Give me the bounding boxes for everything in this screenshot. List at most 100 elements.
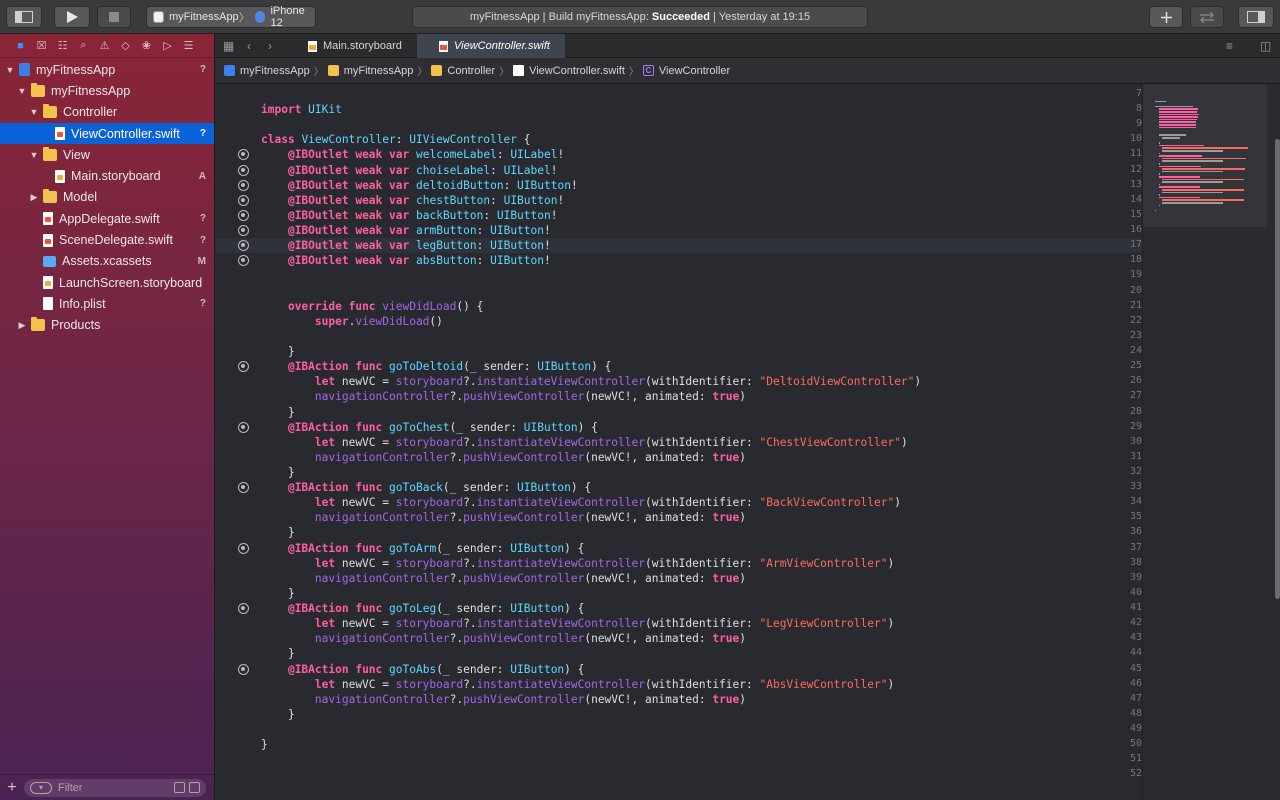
tree-item-viewcontroller[interactable]: ViewController.swift ?	[0, 122, 214, 145]
source-control-icon[interactable]: ☒	[35, 39, 48, 52]
minimap[interactable]	[1142, 84, 1272, 800]
tree-item-main-storyboard[interactable]: Main.storyboard A	[0, 165, 214, 186]
line-number[interactable]: 36	[1104, 526, 1142, 537]
connection-indicator-icon[interactable]	[238, 663, 249, 675]
line-number[interactable]: 14	[1104, 194, 1142, 205]
line-number[interactable]: 15	[1104, 209, 1142, 220]
tree-item-group-view[interactable]: ▼ View	[0, 144, 214, 165]
line-number[interactable]: 13	[1104, 179, 1142, 190]
connection-indicator-icon[interactable]	[238, 361, 249, 373]
disclosure-open-icon[interactable]: ▼	[28, 107, 40, 117]
connection-indicator-icon[interactable]	[238, 194, 249, 206]
line-number[interactable]: 37	[1104, 542, 1142, 553]
breadcrumb-group[interactable]: myFitnessApp	[327, 65, 413, 77]
stop-button[interactable]	[97, 6, 131, 28]
line-number[interactable]: 43	[1104, 632, 1142, 643]
scrollbar-thumb[interactable]	[1275, 139, 1280, 599]
line-number[interactable]: 52	[1104, 768, 1142, 779]
code-area[interactable]: 7 8 import UIKit 9 10 class ViewController: U…	[216, 84, 1142, 800]
scrollbar[interactable]	[1274, 84, 1280, 800]
connection-indicator-icon[interactable]	[238, 603, 249, 615]
split-editor-icon[interactable]: ◫	[1260, 39, 1271, 53]
tree-item-scenedelegate[interactable]: SceneDelegate.swift ?	[0, 229, 214, 250]
line-number[interactable]: 23	[1104, 330, 1142, 341]
tree-item-products[interactable]: ▶ Products	[0, 315, 214, 336]
connection-indicator-icon[interactable]	[238, 209, 249, 221]
line-number[interactable]: 25	[1104, 360, 1142, 371]
code-review-button[interactable]	[1190, 6, 1224, 28]
tree-item-infoplist[interactable]: Info.plist ?	[0, 293, 214, 314]
line-number[interactable]: 30	[1104, 436, 1142, 447]
line-number[interactable]: 44	[1104, 647, 1142, 658]
disclosure-closed-icon[interactable]: ▶	[28, 192, 40, 203]
line-number[interactable]: 22	[1104, 315, 1142, 326]
tree-item-project[interactable]: ▼ myFitnessApp ?	[0, 59, 214, 80]
breadcrumb-project[interactable]: myFitnessApp	[224, 65, 310, 77]
forward-arrow-icon[interactable]: ›	[268, 39, 272, 53]
scm-filter-icon[interactable]	[189, 782, 200, 793]
back-arrow-icon[interactable]: ‹	[247, 39, 251, 53]
disclosure-open-icon[interactable]: ▼	[4, 65, 16, 75]
related-items-icon[interactable]: ▦	[223, 39, 234, 53]
tree-item-group-model[interactable]: ▶ Model	[0, 187, 214, 208]
folder-icon[interactable]: ■	[14, 39, 27, 52]
warning-icon[interactable]: ⚠	[98, 39, 111, 52]
connection-indicator-icon[interactable]	[238, 255, 249, 267]
line-number[interactable]: 33	[1104, 481, 1142, 492]
connection-indicator-icon[interactable]	[238, 149, 249, 161]
line-number[interactable]: 40	[1104, 587, 1142, 598]
search-icon[interactable]: ⌕	[77, 39, 90, 52]
filter-options-icon[interactable]: ▾	[30, 781, 52, 794]
line-number[interactable]: 19	[1104, 269, 1142, 280]
line-number[interactable]: 7	[1104, 88, 1142, 99]
line-number[interactable]: 24	[1104, 345, 1142, 356]
breakpoint-nav-icon[interactable]: ▷	[161, 39, 174, 52]
hierarchy-icon[interactable]: ☷	[56, 39, 69, 52]
report-icon[interactable]: ☰	[182, 39, 195, 52]
debug-icon[interactable]: ❀	[140, 39, 153, 52]
line-number[interactable]: 20	[1104, 285, 1142, 296]
breadcrumb-symbol[interactable]: C ViewController	[642, 65, 730, 77]
tab-main-storyboard[interactable]: Main.storyboard	[298, 34, 416, 58]
connection-indicator-icon[interactable]	[238, 225, 249, 237]
line-number[interactable]: 18	[1104, 254, 1142, 265]
line-number[interactable]: 11	[1104, 148, 1142, 159]
disclosure-open-icon[interactable]: ▼	[16, 86, 28, 96]
connection-indicator-icon[interactable]	[238, 542, 249, 554]
recent-files-icon[interactable]	[174, 782, 185, 793]
breadcrumb-file[interactable]: ViewController.swift	[513, 65, 625, 77]
line-number[interactable]: 27	[1104, 390, 1142, 401]
connection-indicator-icon[interactable]	[238, 421, 249, 433]
line-number[interactable]: 45	[1104, 663, 1142, 674]
line-number[interactable]: 48	[1104, 708, 1142, 719]
add-file-button[interactable]: +	[0, 779, 24, 797]
scheme-selector[interactable]: myFitnessApp 〉 iPhone 12	[146, 5, 316, 29]
tree-item-group-controller[interactable]: ▼ Controller	[0, 102, 214, 123]
line-number[interactable]: 12	[1104, 164, 1142, 175]
breadcrumb-folder[interactable]: Controller	[431, 65, 495, 77]
tree-item-launchscreen[interactable]: LaunchScreen.storyboard	[0, 272, 214, 293]
test-icon[interactable]: ◇	[119, 39, 132, 52]
connection-indicator-icon[interactable]	[238, 164, 249, 176]
line-number[interactable]: 8	[1104, 103, 1142, 114]
filter-input[interactable]: ▾ Filter	[24, 778, 206, 797]
disclosure-closed-icon[interactable]: ▶	[16, 320, 28, 331]
line-number[interactable]: 17	[1104, 239, 1142, 250]
run-button[interactable]	[54, 6, 90, 28]
line-number[interactable]: 50	[1104, 738, 1142, 749]
inspector-toggle-button[interactable]	[1238, 6, 1274, 28]
line-number[interactable]: 29	[1104, 421, 1142, 432]
line-number[interactable]: 31	[1104, 451, 1142, 462]
tree-item-assets[interactable]: Assets.xcassets M	[0, 251, 214, 272]
line-number[interactable]: 47	[1104, 693, 1142, 704]
line-number[interactable]: 41	[1104, 602, 1142, 613]
line-number[interactable]: 34	[1104, 496, 1142, 507]
line-number[interactable]: 16	[1104, 224, 1142, 235]
line-number[interactable]: 26	[1104, 375, 1142, 386]
line-number[interactable]: 35	[1104, 511, 1142, 522]
connection-indicator-icon[interactable]	[238, 482, 249, 494]
connection-indicator-icon[interactable]	[238, 179, 249, 191]
line-number[interactable]: 32	[1104, 466, 1142, 477]
tab-viewcontroller[interactable]: ViewController.swift	[417, 34, 565, 58]
disclosure-open-icon[interactable]: ▼	[28, 150, 40, 160]
